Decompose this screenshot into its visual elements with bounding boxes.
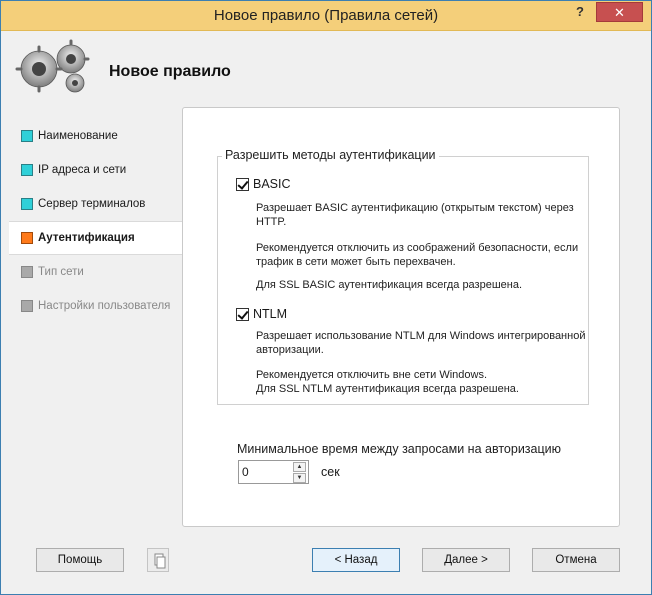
interval-value[interactable]: 0 bbox=[242, 465, 249, 479]
ntlm-label: NTLM bbox=[253, 307, 288, 321]
ntlm-desc-3: Для SSL NTLM аутентификация всегда разре… bbox=[256, 383, 519, 395]
next-button[interactable]: Далее > bbox=[422, 548, 510, 572]
step-status-icon bbox=[21, 232, 33, 244]
stepper-up-icon[interactable]: ▲ bbox=[293, 462, 306, 472]
header-title: Новое правило bbox=[109, 63, 231, 80]
help-button[interactable]: Помощь bbox=[36, 548, 124, 572]
window-title: Новое правило (Правила сетей) bbox=[213, 7, 439, 24]
content-panel: Разрешить методы аутентификации BASIC Ра… bbox=[182, 107, 620, 527]
interval-stepper[interactable]: 0 ▲ ▼ bbox=[238, 460, 309, 484]
step-status-icon bbox=[21, 130, 33, 142]
basic-desc-1: Разрешает BASIC аутентификацию (открытым… bbox=[256, 202, 574, 228]
help-icon[interactable]: ? bbox=[567, 2, 593, 22]
interval-label: Минимальное время между запросами на авт… bbox=[237, 442, 561, 456]
step-naming[interactable]: Наименование bbox=[9, 119, 183, 153]
back-button[interactable]: < Назад bbox=[312, 548, 400, 572]
step-status-icon bbox=[21, 198, 33, 210]
wizard-header: Новое правило bbox=[1, 31, 651, 101]
step-label: Тип сети bbox=[38, 266, 84, 278]
ntlm-desc-2: Рекомендуется отключить вне сети Windows… bbox=[256, 369, 487, 381]
basic-desc-3: Для SSL BASIC аутентификация всегда разр… bbox=[256, 279, 523, 291]
basic-label: BASIC bbox=[253, 177, 291, 191]
basic-checkbox[interactable] bbox=[236, 177, 249, 191]
step-terminal-server[interactable]: Сервер терминалов bbox=[9, 187, 183, 221]
title-bar[interactable]: Новое правило (Правила сетей) ? ✕ bbox=[1, 1, 651, 31]
ntlm-checkbox-row[interactable]: NTLM bbox=[236, 307, 287, 321]
step-label: IP адреса и сети bbox=[38, 164, 127, 176]
gears-icon bbox=[15, 39, 90, 93]
basic-desc-2: Рекомендуется отключить из соображений б… bbox=[256, 242, 579, 268]
auth-methods-group: Разрешить методы аутентификации BASIC Ра… bbox=[217, 148, 589, 405]
step-label: Настройки пользователя bbox=[38, 300, 171, 312]
step-network-type: Тип сети bbox=[9, 255, 183, 289]
auth-methods-title: Разрешить методы аутентификации bbox=[222, 148, 439, 162]
cancel-button[interactable]: Отмена bbox=[532, 548, 620, 572]
basic-checkbox-row[interactable]: BASIC bbox=[236, 177, 291, 191]
dialog-window: Новое правило (Правила сетей) ? ✕ Новое … bbox=[0, 0, 652, 595]
step-ip-networks[interactable]: IP адреса и сети bbox=[9, 153, 183, 187]
copy-icon[interactable] bbox=[147, 548, 169, 572]
step-status-icon bbox=[21, 266, 33, 278]
wizard-steps: Наименование IP адреса и сети Сервер тер… bbox=[9, 119, 185, 323]
step-authentication[interactable]: Аутентификация bbox=[9, 221, 185, 255]
interval-unit: сек bbox=[321, 465, 340, 479]
step-user-settings: Настройки пользователя bbox=[9, 289, 183, 323]
step-label: Наименование bbox=[38, 130, 118, 142]
document-icon bbox=[154, 553, 166, 569]
step-label: Аутентификация bbox=[38, 232, 135, 244]
ntlm-desc-1: Разрешает использование NTLM для Windows… bbox=[256, 330, 586, 356]
stepper-down-icon[interactable]: ▼ bbox=[293, 473, 306, 483]
step-status-icon bbox=[21, 300, 33, 312]
step-label: Сервер терминалов bbox=[38, 198, 146, 210]
step-status-icon bbox=[21, 164, 33, 176]
close-icon[interactable]: ✕ bbox=[596, 2, 643, 22]
ntlm-checkbox[interactable] bbox=[236, 307, 249, 321]
